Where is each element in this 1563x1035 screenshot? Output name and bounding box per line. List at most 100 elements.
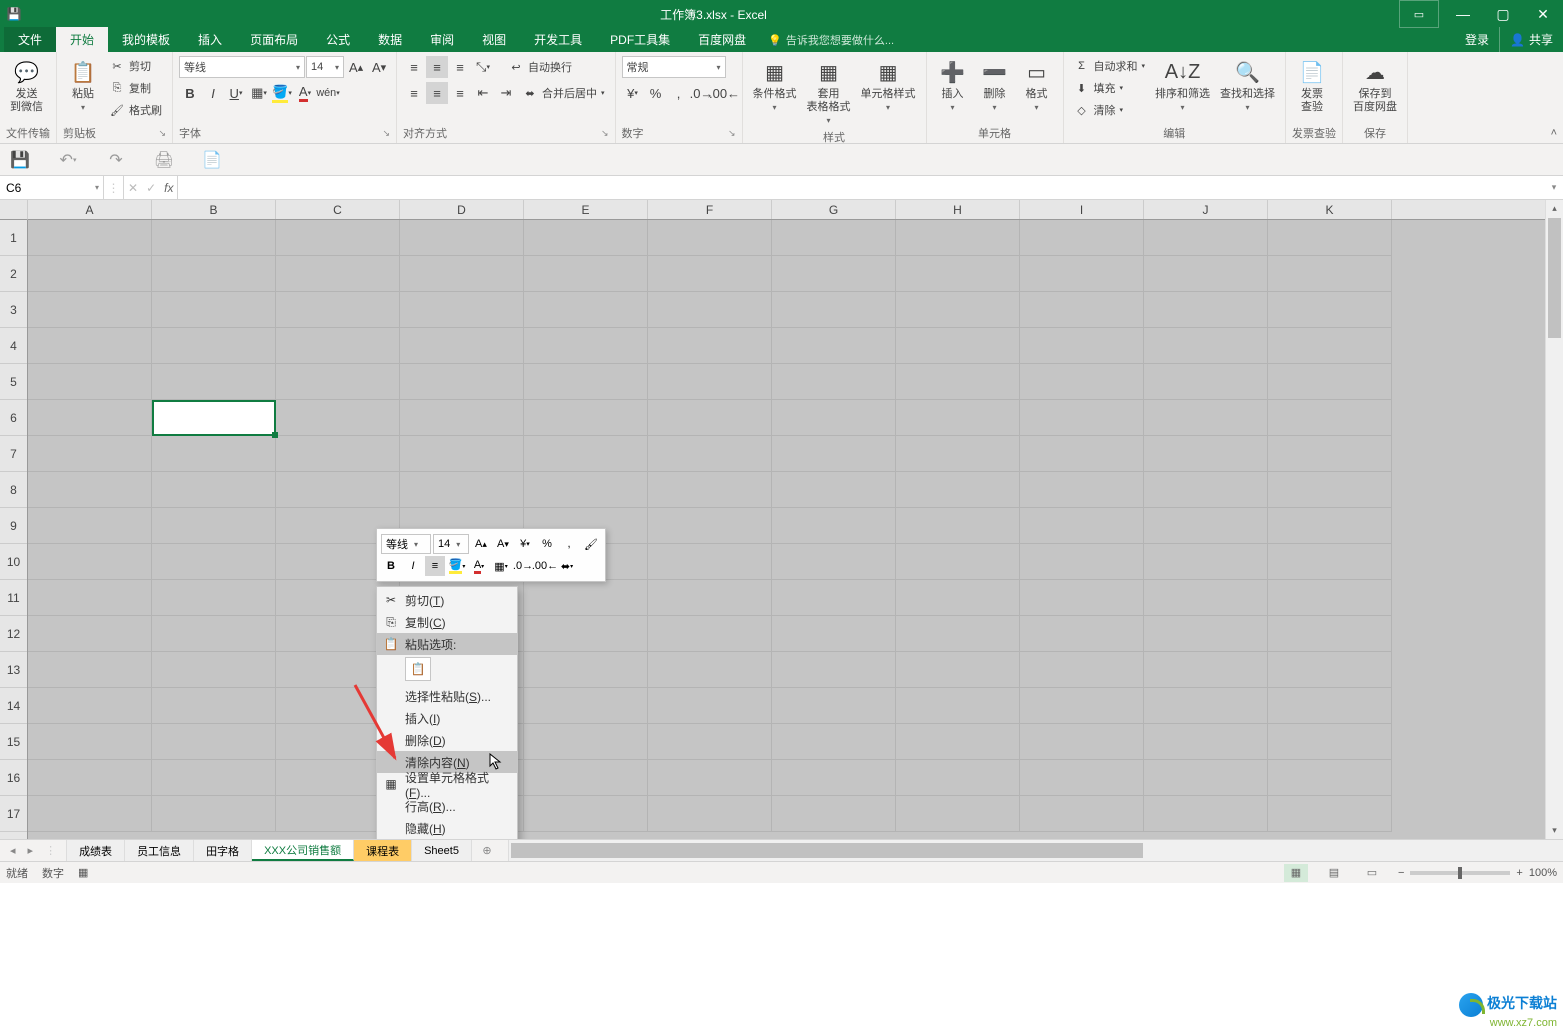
vertical-scrollbar[interactable]: ▴ ▾ (1545, 200, 1563, 839)
status-macro-icon[interactable]: ▦ (78, 866, 88, 879)
format-painter-button[interactable]: 🖌格式刷 (105, 100, 166, 120)
decrease-indent-button[interactable]: ⇤ (472, 82, 494, 104)
tell-me-search[interactable]: 💡告诉我您想要做什么... (760, 28, 902, 52)
cell-K6[interactable] (1268, 400, 1392, 436)
ctx-hide[interactable]: 隐藏(H) (377, 817, 517, 839)
cell-B10[interactable] (152, 544, 276, 580)
align-left-button[interactable]: ≡ (403, 82, 425, 104)
column-headers[interactable]: ABCDEFGHIJK (28, 200, 1545, 220)
cell-I16[interactable] (1020, 760, 1144, 796)
ctx-insert[interactable]: 插入(I) (377, 707, 517, 729)
tab-home[interactable]: 开始 (56, 27, 108, 52)
sheet-tab-schedule[interactable]: 课程表 (354, 840, 412, 861)
cell-C4[interactable] (276, 328, 400, 364)
sort-filter-button[interactable]: A↓Z排序和筛选▾ (1151, 56, 1214, 114)
column-header-C[interactable]: C (276, 200, 400, 219)
wrap-text-button[interactable]: ↩自动换行 (504, 57, 576, 77)
cell-A17[interactable] (28, 796, 152, 832)
qat-print-preview-button[interactable]: 🖨 (152, 148, 176, 172)
fill-button[interactable]: ⬇填充▾ (1070, 78, 1150, 98)
format-as-table-button[interactable]: ▦套用 表格格式▾ (803, 56, 855, 127)
maximize-button[interactable]: ▢ (1483, 0, 1523, 28)
cell-A11[interactable] (28, 580, 152, 616)
number-dialog-launcher[interactable]: ↘ (728, 128, 736, 139)
cell-J6[interactable] (1144, 400, 1268, 436)
cell-G17[interactable] (772, 796, 896, 832)
row-header-7[interactable]: 7 (0, 436, 27, 472)
cell-H10[interactable] (896, 544, 1020, 580)
cell-F3[interactable] (648, 292, 772, 328)
delete-cells-button[interactable]: ➖删除▾ (975, 56, 1015, 114)
cell-J12[interactable] (1144, 616, 1268, 652)
cancel-formula-button[interactable]: ✕ (128, 181, 138, 195)
mini-decrease-font-button[interactable]: A▾ (493, 534, 513, 554)
mini-font-name-combo[interactable]: 等线▾ (381, 534, 431, 554)
cell-F13[interactable] (648, 652, 772, 688)
row-header-15[interactable]: 15 (0, 724, 27, 760)
mini-italic-button[interactable]: I (403, 556, 423, 576)
cell-I7[interactable] (1020, 436, 1144, 472)
cell-H7[interactable] (896, 436, 1020, 472)
ribbon-display-options[interactable]: ▭ (1399, 0, 1439, 28)
comma-button[interactable]: , (668, 82, 690, 104)
italic-button[interactable]: I (202, 82, 224, 104)
cell-J7[interactable] (1144, 436, 1268, 472)
cell-G4[interactable] (772, 328, 896, 364)
mini-decrease-decimal-button[interactable]: .00← (535, 556, 555, 576)
ctx-row-height[interactable]: 行高(R)... (377, 795, 517, 817)
cell-J4[interactable] (1144, 328, 1268, 364)
cell-K11[interactable] (1268, 580, 1392, 616)
cell-E15[interactable] (524, 724, 648, 760)
mini-merge-button[interactable]: ⬌▾ (557, 556, 577, 576)
find-select-button[interactable]: 🔍查找和选择▾ (1216, 56, 1279, 114)
mini-format-painter-button[interactable]: 🖌 (581, 534, 601, 554)
cell-F14[interactable] (648, 688, 772, 724)
cell-C5[interactable] (276, 364, 400, 400)
cell-J17[interactable] (1144, 796, 1268, 832)
cell-E8[interactable] (524, 472, 648, 508)
cell-K15[interactable] (1268, 724, 1392, 760)
save-to-baidu-button[interactable]: ☁保存到 百度网盘 (1349, 56, 1401, 116)
tab-developer[interactable]: 开发工具 (520, 27, 596, 52)
cell-I3[interactable] (1020, 292, 1144, 328)
tab-pdf-tools[interactable]: PDF工具集 (596, 27, 684, 52)
cell-K9[interactable] (1268, 508, 1392, 544)
cell-E11[interactable] (524, 580, 648, 616)
orientation-button[interactable]: ⤡▾ (472, 56, 494, 78)
ctx-cut[interactable]: ✂剪切(T) (377, 589, 517, 611)
login-button[interactable]: 登录 (1455, 27, 1499, 52)
cell-I5[interactable] (1020, 364, 1144, 400)
mini-font-size-combo[interactable]: 14▾ (433, 534, 469, 554)
align-right-button[interactable]: ≡ (449, 82, 471, 104)
cell-E6[interactable] (524, 400, 648, 436)
row-header-17[interactable]: 17 (0, 796, 27, 832)
column-header-G[interactable]: G (772, 200, 896, 219)
cell-C1[interactable] (276, 220, 400, 256)
align-middle-button[interactable]: ≡ (426, 56, 448, 78)
ctx-format-cells[interactable]: ▦设置单元格格式(F)... (377, 773, 517, 795)
row-header-3[interactable]: 3 (0, 292, 27, 328)
cell-I13[interactable] (1020, 652, 1144, 688)
clipboard-dialog-launcher[interactable]: ↘ (158, 128, 166, 139)
cell-B17[interactable] (152, 796, 276, 832)
cell-A12[interactable] (28, 616, 152, 652)
tab-insert[interactable]: 插入 (184, 27, 236, 52)
save-icon[interactable]: 💾 (4, 4, 24, 24)
cell-I15[interactable] (1020, 724, 1144, 760)
row-header-2[interactable]: 2 (0, 256, 27, 292)
cell-J3[interactable] (1144, 292, 1268, 328)
cell-D7[interactable] (400, 436, 524, 472)
ctx-delete[interactable]: 删除(D) (377, 729, 517, 751)
cell-A3[interactable] (28, 292, 152, 328)
new-sheet-button[interactable]: ⊕ (472, 840, 502, 861)
column-header-E[interactable]: E (524, 200, 648, 219)
cell-H8[interactable] (896, 472, 1020, 508)
mini-font-color-button[interactable]: A▾ (469, 556, 489, 576)
cell-A2[interactable] (28, 256, 152, 292)
tab-view[interactable]: 视图 (468, 27, 520, 52)
tab-data[interactable]: 数据 (364, 27, 416, 52)
sheet-tab-tianzige[interactable]: 田字格 (194, 840, 252, 861)
cell-F10[interactable] (648, 544, 772, 580)
sheet-tab-scores[interactable]: 成绩表 (67, 840, 125, 861)
format-cells-button[interactable]: ▭格式▾ (1017, 56, 1057, 114)
